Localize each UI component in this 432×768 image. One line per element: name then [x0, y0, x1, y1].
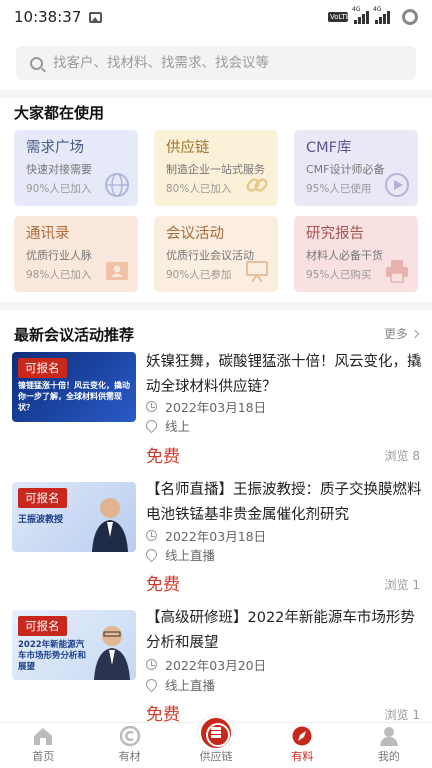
card-count: 98%人已加入	[26, 269, 92, 281]
nav-home[interactable]: 首页	[0, 723, 86, 768]
nav-label: 我的	[377, 750, 400, 763]
card-count: 90%人已参加	[166, 269, 232, 281]
play-icon	[385, 173, 409, 197]
event-views: 浏览 1	[384, 578, 420, 592]
event-title: 【名师直播】王振波教授：质子交换膜燃料电池铁锰基非贵金属催化剂研究	[146, 482, 422, 523]
event-location-text: 线上直播	[165, 548, 216, 563]
popular-section-title: 大家都在使用	[14, 104, 105, 122]
contact-card-icon	[106, 262, 128, 280]
event-item[interactable]: 可报名 2022年新能源汽车市场形势分析和展望 【高级研修班】2022年新能源车…	[0, 606, 432, 730]
thumbnail-caption: 镍锂猛涨十倍！风云变化，撬动你一步了解，全球材料供需现状？	[18, 381, 130, 412]
bottom-navigation: 首页 有材 供应链 有料 我的	[0, 715, 432, 768]
card-count: 95%人已购买	[306, 269, 372, 281]
chevron-right-icon	[410, 329, 420, 338]
section-divider	[0, 302, 432, 310]
signal-4g-icon: 4G	[352, 6, 369, 24]
event-date: 2022年03月18日	[146, 397, 266, 416]
card-title: CMF库	[306, 140, 352, 156]
thumbnail-caption: 2022年新能源汽车市场形势分析和展望	[18, 640, 87, 672]
supply-chain-icon	[198, 715, 235, 751]
card-demand-square[interactable]: 需求广场 快速对接需要 90%人已加入	[14, 130, 138, 206]
card-cmf-library[interactable]: CMF库 CMF设计师必备 95%人已使用	[294, 130, 418, 206]
location-pin-icon	[143, 676, 160, 693]
card-title: 研究报告	[306, 226, 364, 242]
clock-icon	[146, 659, 157, 670]
home-icon	[34, 728, 53, 745]
thumbnail-caption: 王振波教授	[18, 515, 64, 525]
event-location-text: 线上直播	[165, 678, 216, 693]
presentation-icon	[246, 261, 268, 283]
card-title: 会议活动	[166, 226, 224, 242]
search-bar[interactable]	[16, 46, 416, 80]
nav-label: 有材	[118, 750, 141, 763]
nav-profile[interactable]: 我的	[346, 723, 432, 768]
event-date: 2022年03月18日	[146, 526, 266, 545]
event-location: 线上	[143, 416, 191, 435]
signal-4g-icon-2: 4G	[373, 6, 390, 24]
event-location: 线上直播	[143, 545, 216, 564]
card-count: 95%人已使用	[306, 183, 372, 195]
nav-discover[interactable]: 有料	[259, 723, 345, 768]
registration-badge: 可报名	[18, 616, 67, 636]
more-events-link[interactable]: 更多	[383, 325, 420, 342]
event-date-text: 2022年03月18日	[165, 400, 267, 415]
event-views: 浏览 1	[384, 708, 420, 722]
event-location-text: 线上	[165, 419, 191, 434]
globe-icon	[105, 173, 129, 197]
status-bar: 10:38:37 VoLTE 4G 4G	[0, 0, 432, 34]
card-title: 供应链	[166, 140, 210, 156]
speaker-photo	[94, 626, 130, 680]
nav-material[interactable]: 有材	[86, 723, 172, 768]
event-item[interactable]: 可报名 王振波教授 【名师直播】王振波教授：质子交换膜燃料电池铁锰基非贵金属催化…	[0, 478, 432, 602]
card-title: 通讯录	[26, 226, 70, 242]
event-thumbnail[interactable]: 可报名 2022年新能源汽车市场形势分析和展望	[12, 610, 136, 680]
material-icon	[119, 726, 140, 746]
status-indicators: VoLTE 4G 4G	[328, 6, 418, 25]
location-pin-icon	[143, 546, 160, 563]
events-section-title: 最新会议活动推荐	[14, 326, 135, 344]
event-date-text: 2022年03月20日	[165, 658, 267, 673]
event-thumbnail[interactable]: 可报名 王振波教授	[12, 482, 136, 552]
compass-icon	[292, 726, 312, 746]
link-icon	[246, 178, 268, 192]
status-time: 10:38:37	[14, 8, 82, 26]
event-price: 免费	[146, 575, 180, 595]
event-title: 妖镍狂舞，碳酸锂猛涨十倍！风云变化，撬动全球材料供应链？	[146, 354, 422, 395]
card-supply-chain[interactable]: 供应链 制造企业一站式服务 80%人已加入	[154, 130, 278, 206]
clock-icon	[146, 530, 157, 541]
clock-icon	[146, 401, 157, 412]
printer-icon	[386, 260, 408, 283]
nav-label: 首页	[32, 750, 55, 763]
event-views: 浏览 8	[384, 449, 420, 463]
card-events[interactable]: 会议活动 优质行业会议活动 90%人已参加	[154, 216, 278, 292]
event-location: 线上直播	[143, 675, 216, 694]
event-title: 【高级研修班】2022年新能源车市场形势分析和展望	[146, 610, 415, 651]
registration-badge: 可报名	[18, 488, 67, 508]
card-contacts[interactable]: 通讯录 优质行业人脉 98%人已加入	[14, 216, 138, 292]
card-count: 80%人已加入	[166, 183, 232, 195]
image-notification-icon	[89, 11, 103, 23]
location-pin-icon	[143, 417, 160, 434]
search-icon	[30, 56, 43, 70]
speaker-photo	[92, 498, 128, 552]
person-icon	[379, 727, 398, 746]
nav-label: 有料	[291, 750, 314, 763]
card-title: 需求广场	[26, 140, 84, 156]
event-thumbnail[interactable]: 可报名 镍锂猛涨十倍！风云变化，撬动你一步了解，全球材料供需现状？	[12, 352, 136, 422]
section-divider	[0, 90, 432, 98]
event-price: 免费	[146, 447, 180, 467]
more-label: 更多	[383, 327, 408, 341]
event-date: 2022年03月20日	[146, 655, 266, 674]
volte-icon: VoLTE	[328, 12, 351, 22]
card-research-report[interactable]: 研究报告 材料人必备干货 95%人已购买	[294, 216, 418, 292]
search-input[interactable]	[53, 55, 383, 71]
nav-supply-chain[interactable]: 供应链	[173, 715, 259, 768]
event-item[interactable]: 可报名 镍锂猛涨十倍！风云变化，撬动你一步了解，全球材料供需现状？ 妖镍狂舞，碳…	[0, 350, 432, 474]
event-date-text: 2022年03月18日	[165, 529, 267, 544]
battery-icon	[402, 9, 418, 25]
card-count: 90%人已加入	[26, 183, 92, 195]
registration-badge: 可报名	[18, 358, 67, 378]
